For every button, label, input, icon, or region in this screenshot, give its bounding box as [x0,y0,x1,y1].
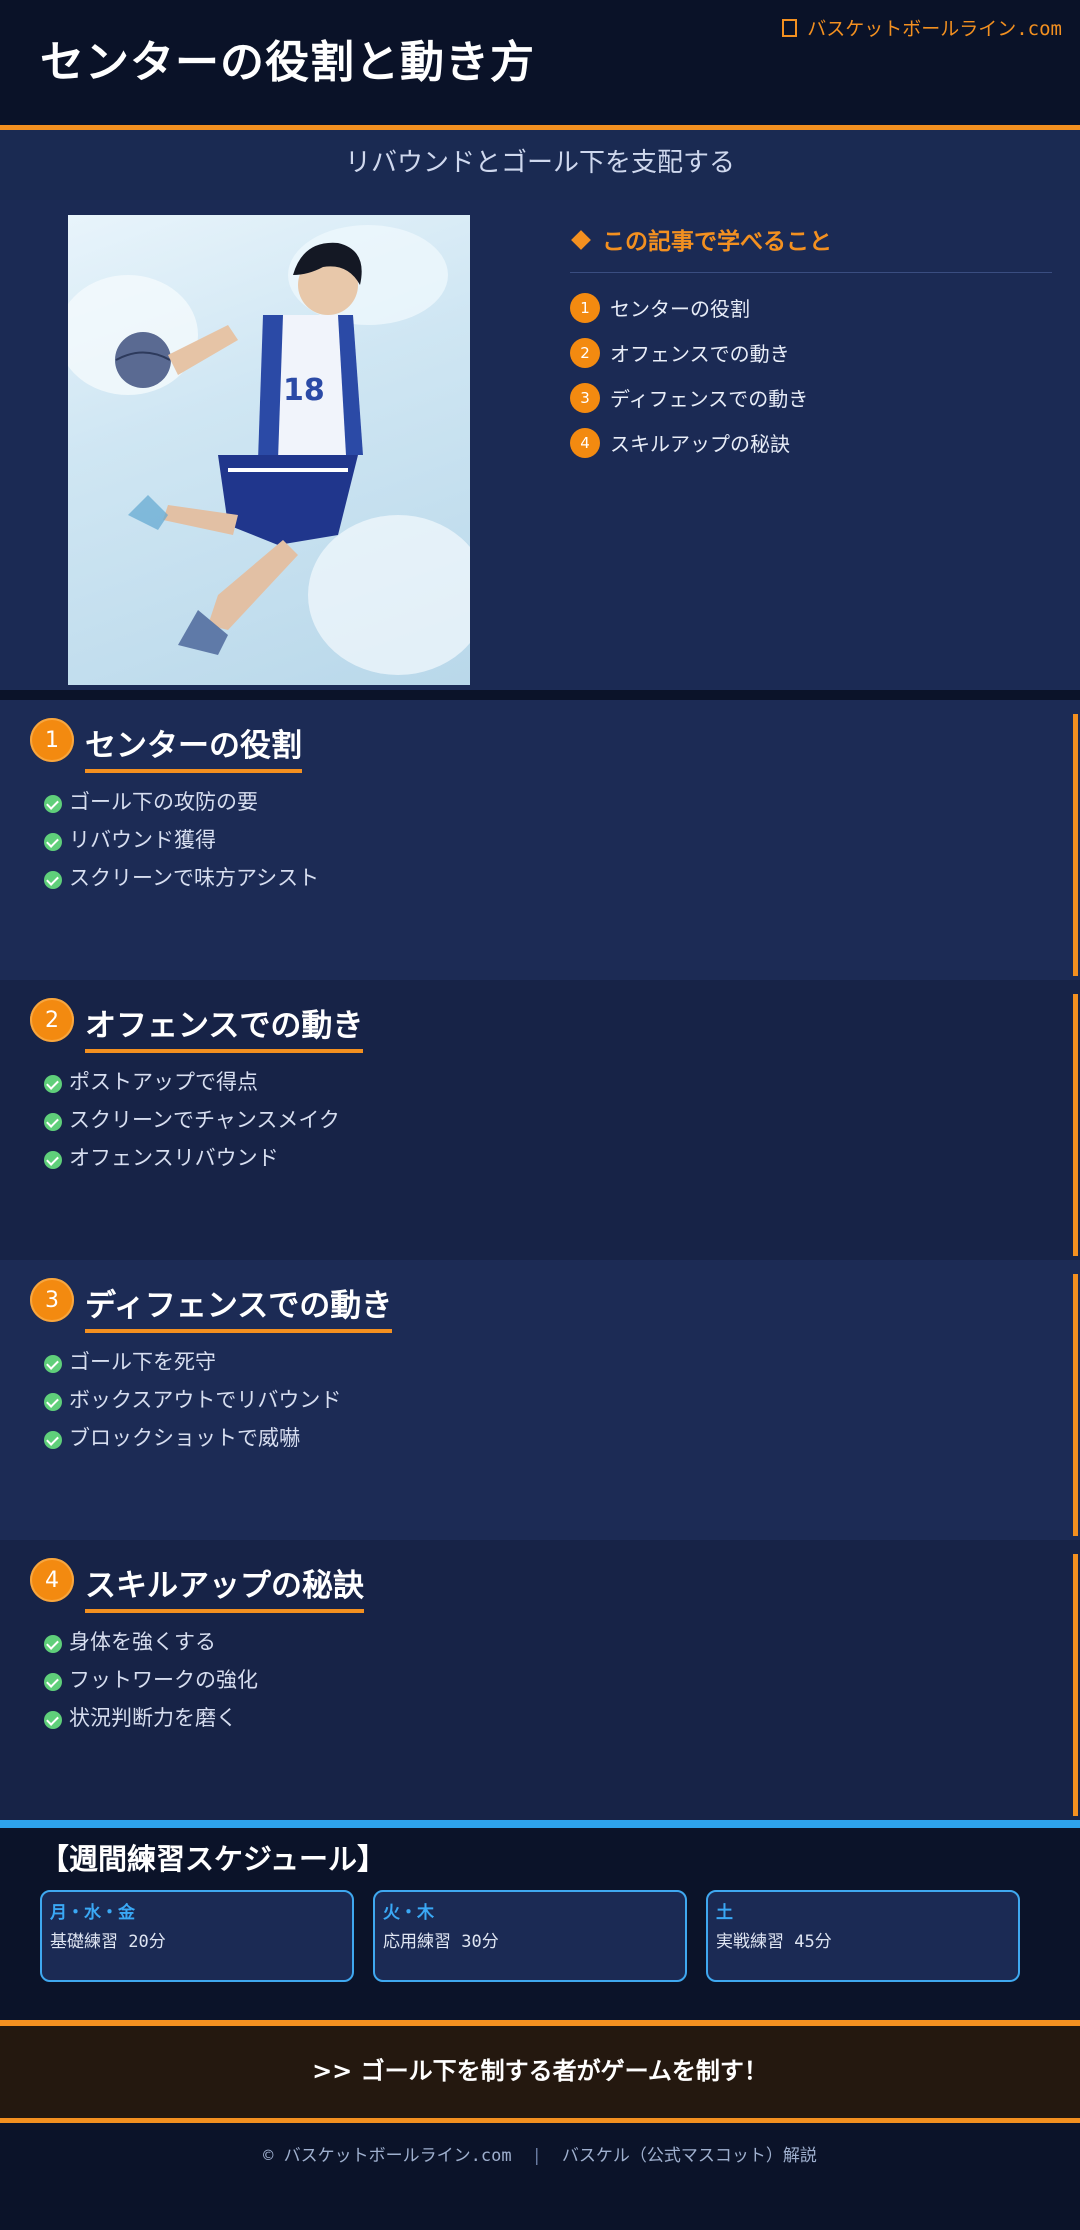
section-number-badge: 3 [30,1278,74,1322]
list-item-text: ポストアップで得点 [69,1070,258,1094]
toc-item-1[interactable]: 1 センターの役割 [570,285,1052,330]
section-center-role: 1 センターの役割 ゴール下の攻防の要 リバウンド獲得 スクリーンで味方アシスト [0,700,1080,980]
site-link[interactable]: バスケットボールライン.com [782,14,1062,41]
footer-copyright: © バスケットボールライン.com [263,2146,512,2166]
section-bullets: ゴール下の攻防の要 リバウンド獲得 スクリーンで味方アシスト [44,782,319,896]
list-item-text: 身体を強くする [69,1630,216,1654]
section-accent-bar [1073,1274,1078,1536]
toc-item-4[interactable]: 4 スキルアップの秘訣 [570,420,1052,465]
schedule-card: 火・木 応用練習 30分 [373,1890,687,1982]
list-item: ゴール下を死守 [44,1342,341,1380]
svg-text:18: 18 [283,373,325,408]
toc-list: 1 センターの役割 2 オフェンスでの動き 3 ディフェンスでの動き 4 スキル… [570,285,1052,465]
list-item: ブロックショットで威嚇 [44,1418,341,1456]
toc-item-label: センターの役割 [610,297,750,321]
toc-item-2[interactable]: 2 オフェンスでの動き [570,330,1052,375]
section-number-badge: 2 [30,998,74,1042]
schedule-title: 【週間練習スケジュール】 [40,1842,386,1876]
table-of-contents: この記事で学べること 1 センターの役割 2 オフェンスでの動き 3 ディフェン… [570,222,1052,465]
section-skill-up: 4 スキルアップの秘訣 身体を強くする フットワークの強化 状況判断力を磨く [0,1540,1080,1820]
section-title: ディフェンスでの動き [85,1280,393,1333]
list-item: スクリーンでチャンスメイク [44,1100,340,1138]
schedule-card: 月・水・金 基礎練習 20分 [40,1890,354,1982]
closing-banner: >> ゴール下を制する者がゲームを制す！ [0,2020,1080,2123]
check-icon [44,1673,62,1691]
basketball-player-illustration: 18 [68,225,470,675]
toc-item-label: スキルアップの秘訣 [610,432,790,456]
check-icon [44,1635,62,1653]
list-item: ボックスアウトでリバウンド [44,1380,341,1418]
list-item: スクリーンで味方アシスト [44,858,319,896]
toc-heading-text: この記事で学べること [602,229,832,255]
list-item-text: 状況判断力を磨く [69,1706,237,1730]
check-icon [44,1113,62,1131]
toc-number-badge: 3 [570,382,600,413]
list-item: ゴール下の攻防の要 [44,782,319,820]
section-title: センターの役割 [85,720,302,773]
toc-item-label: オフェンスでの動き [610,342,790,366]
toc-heading: この記事で学べること [570,222,1052,273]
section-bullets: 身体を強くする フットワークの強化 状況判断力を磨く [44,1622,258,1736]
toc-number-badge: 2 [570,337,600,368]
site-icon [782,19,798,37]
section-accent-bar [1073,714,1078,976]
section-bullets: ゴール下を死守 ボックスアウトでリバウンド ブロックショットで威嚇 [44,1342,341,1456]
section-bullets: ポストアップで得点 スクリーンでチャンスメイク オフェンスリバウンド [44,1062,340,1176]
schedule-divider [0,1820,1080,1828]
weekly-schedule: 【週間練習スケジュール】 月・水・金 基礎練習 20分 火・木 応用練習 30分… [0,1828,1080,2020]
section-accent-bar [1073,994,1078,1256]
list-item: 状況判断力を磨く [44,1698,258,1736]
section-number-badge: 1 [30,718,74,762]
check-icon [44,1393,62,1411]
list-item-text: ゴール下を死守 [69,1350,216,1374]
list-item: ポストアップで得点 [44,1062,340,1100]
hero-image: 18 [68,215,470,685]
toc-number-badge: 1 [570,292,600,323]
list-item-text: ゴール下の攻防の要 [69,790,258,814]
schedule-desc: 基礎練習 20分 [50,1932,166,1952]
check-icon [44,1075,62,1093]
list-item-text: オフェンスリバウンド [69,1146,279,1170]
section-defense: 3 ディフェンスでの動き ゴール下を死守 ボックスアウトでリバウンド ブロックシ… [0,1260,1080,1540]
list-item: オフェンスリバウンド [44,1138,340,1176]
schedule-days: 土 [716,1903,733,1923]
section-offense: 2 オフェンスでの動き ポストアップで得点 スクリーンでチャンスメイク オフェン… [0,980,1080,1260]
list-item-text: ブロックショットで威嚇 [69,1426,300,1450]
toc-number-badge: 4 [570,427,600,458]
check-icon [44,1355,62,1373]
schedule-card: 土 実戦練習 45分 [706,1890,1020,1982]
section-title: オフェンスでの動き [85,1000,364,1053]
list-item-text: スクリーンでチャンスメイク [69,1108,340,1132]
footer-credit: バスケル（公式マスコット）解説 [561,2146,817,2166]
section-accent-bar [1073,1554,1078,1816]
page-subtitle: リバウンドとゴール下を支配する [0,130,1080,200]
check-icon [44,1151,62,1169]
toc-item-3[interactable]: 3 ディフェンスでの動き [570,375,1052,420]
check-icon [44,795,62,813]
list-item-text: スクリーンで味方アシスト [69,866,320,890]
site-name: バスケットボールライン.com [807,18,1062,40]
schedule-desc: 応用練習 30分 [383,1932,499,1952]
list-item: フットワークの強化 [44,1660,258,1698]
list-item-text: リバウンド獲得 [69,828,216,852]
check-icon [44,833,62,851]
section-number-badge: 4 [30,1558,74,1602]
section-title: スキルアップの秘訣 [85,1560,364,1613]
list-item-text: ボックスアウトでリバウンド [69,1388,342,1412]
check-icon [44,1431,62,1449]
page-footer: © バスケットボールライン.com | バスケル（公式マスコット）解説 [0,2123,1080,2230]
list-item: リバウンド獲得 [44,820,319,858]
check-icon [44,871,62,889]
schedule-days: 火・木 [383,1903,434,1923]
list-item: 身体を強くする [44,1622,258,1660]
diamond-icon [571,230,591,250]
page-header: センターの役割と動き方 バスケットボールライン.com [0,0,1080,125]
schedule-desc: 実戦練習 45分 [716,1932,832,1952]
page-title: センターの役割と動き方 [40,37,535,88]
check-icon [44,1711,62,1729]
list-item-text: フットワークの強化 [69,1668,258,1692]
footer-separator: | [531,2146,542,2166]
toc-item-label: ディフェンスでの動き [610,387,809,411]
schedule-days: 月・水・金 [50,1903,135,1923]
